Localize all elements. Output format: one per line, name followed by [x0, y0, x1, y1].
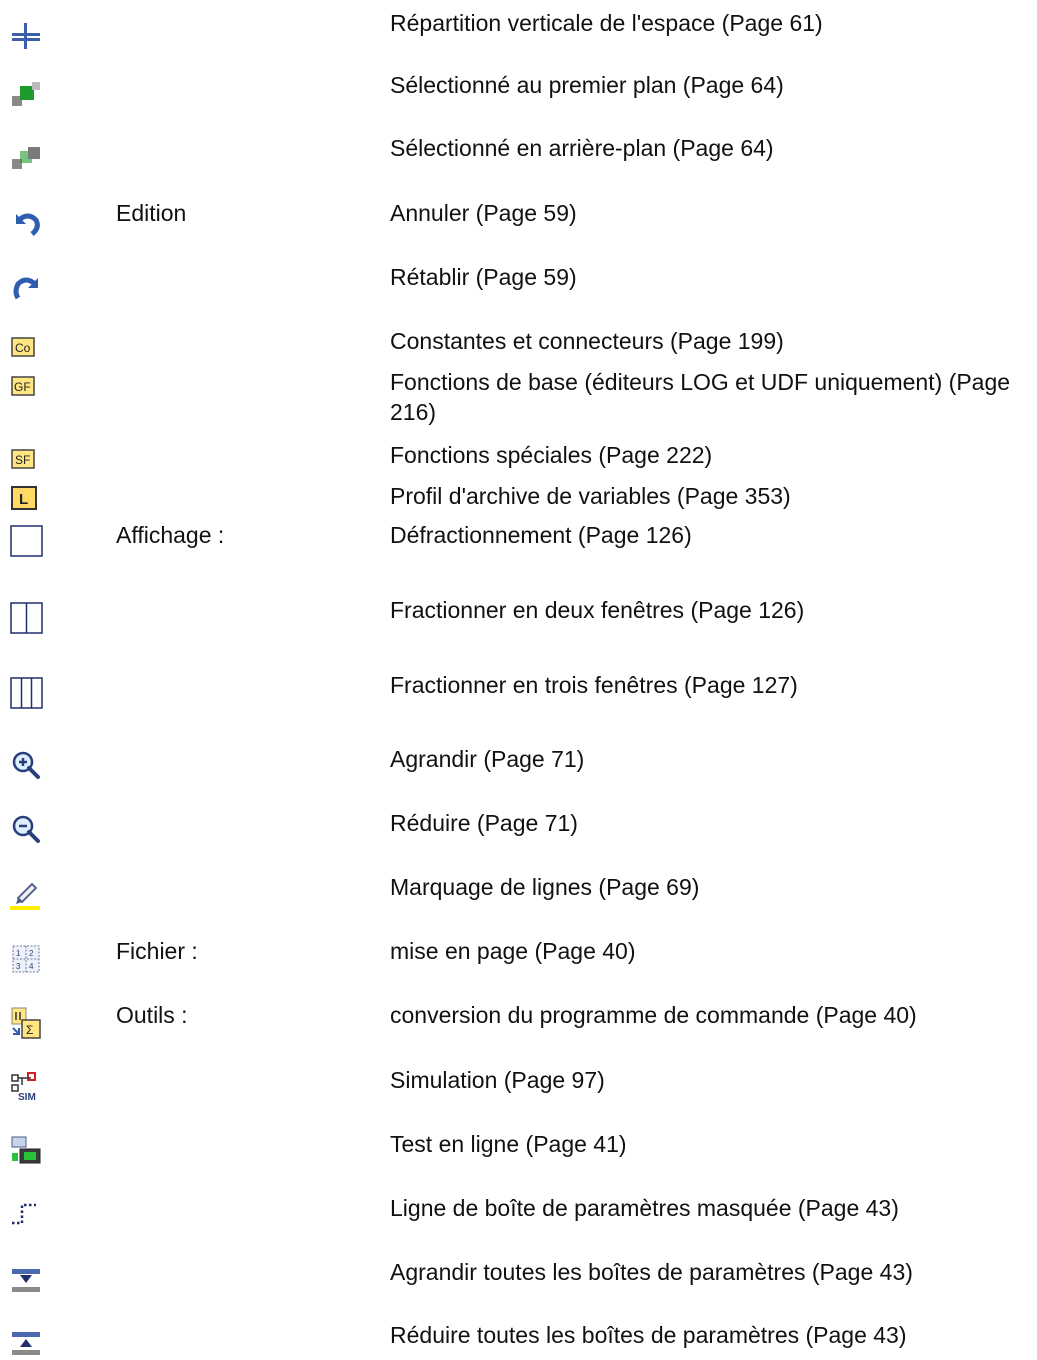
command-description: Agrandir (Page 71): [390, 746, 585, 772]
command-description: Défractionnement (Page 126): [390, 522, 692, 548]
command-description: Rétablir (Page 59): [390, 264, 577, 290]
command-description: Répartition verticale de l'espace (Page …: [390, 10, 823, 36]
collapse-boxes-icon: [10, 1326, 44, 1360]
command-description: Constantes et connecteurs (Page 199): [390, 328, 784, 354]
command-description: Sélectionné au premier plan (Page 64): [390, 72, 784, 98]
zoom-in-icon: [10, 748, 44, 782]
svg-text:Σ: Σ: [26, 1023, 33, 1037]
command-description: Fractionner en trois fenêtres (Page 127): [390, 672, 798, 698]
svg-text:4: 4: [29, 962, 34, 971]
command-description: Marquage de lignes (Page 69): [390, 874, 700, 900]
command-description: Agrandir toutes les boîtes de paramètres…: [390, 1259, 913, 1285]
menu-label: Affichage :: [116, 522, 225, 548]
online-test-icon: [10, 1135, 44, 1169]
svg-text:L: L: [19, 491, 28, 508]
svg-text:SF: SF: [15, 453, 30, 467]
redo-icon: [10, 270, 44, 304]
send-to-back-icon: [10, 143, 44, 177]
command-description: Fonctions spéciales (Page 222): [390, 442, 713, 468]
svg-text:GF: GF: [14, 380, 31, 394]
command-description: Fractionner en deux fenêtres (Page 126): [390, 597, 805, 623]
svg-text:SIM: SIM: [18, 1092, 36, 1103]
command-description: Profil d'archive de variables (Page 353): [390, 483, 791, 509]
bring-to-front-icon: [10, 80, 44, 114]
zoom-out-icon: [10, 812, 44, 846]
vertical-space-icon: [10, 18, 44, 52]
convert-program-icon: Σ: [10, 1006, 44, 1040]
sf-block-icon: SF: [10, 442, 44, 476]
undo-icon: [10, 206, 44, 240]
command-description: Simulation (Page 97): [390, 1067, 605, 1093]
gf-block-icon: GF: [10, 369, 44, 403]
command-description: Ligne de boîte de paramètres masquée (Pa…: [390, 1195, 899, 1221]
command-description: Réduire toutes les boîtes de paramètres …: [390, 1322, 907, 1348]
hidden-line-icon: [10, 1197, 44, 1231]
page-layout-icon: 1 2 3 4: [10, 942, 44, 976]
svg-text:Co: Co: [15, 341, 31, 355]
three-windows-icon: [10, 676, 44, 710]
simulation-icon: SIM: [10, 1071, 44, 1105]
highlighter-icon: [10, 878, 44, 912]
menu-label: Edition: [116, 200, 187, 226]
command-description: Sélectionné en arrière-plan (Page 64): [390, 135, 774, 161]
command-description: Annuler (Page 59): [390, 200, 577, 226]
two-windows-icon: [10, 601, 44, 635]
menu-label: Fichier :: [116, 938, 198, 964]
command-description: Réduire (Page 71): [390, 810, 578, 836]
svg-text:3: 3: [16, 962, 21, 971]
command-description: conversion du programme de commande (Pag…: [390, 1002, 917, 1028]
co-block-icon: Co: [10, 330, 44, 364]
svg-text:1: 1: [16, 949, 21, 958]
menu-label: Outils :: [116, 1002, 188, 1028]
l-block-icon: L: [10, 481, 44, 515]
expand-boxes-icon: [10, 1263, 44, 1297]
svg-text:2: 2: [29, 949, 34, 958]
single-window-icon: [10, 524, 44, 558]
command-description: mise en page (Page 40): [390, 938, 636, 964]
command-description: Fonctions de base (éditeurs LOG et UDF u…: [390, 369, 1011, 425]
command-description: Test en ligne (Page 41): [390, 1131, 627, 1157]
